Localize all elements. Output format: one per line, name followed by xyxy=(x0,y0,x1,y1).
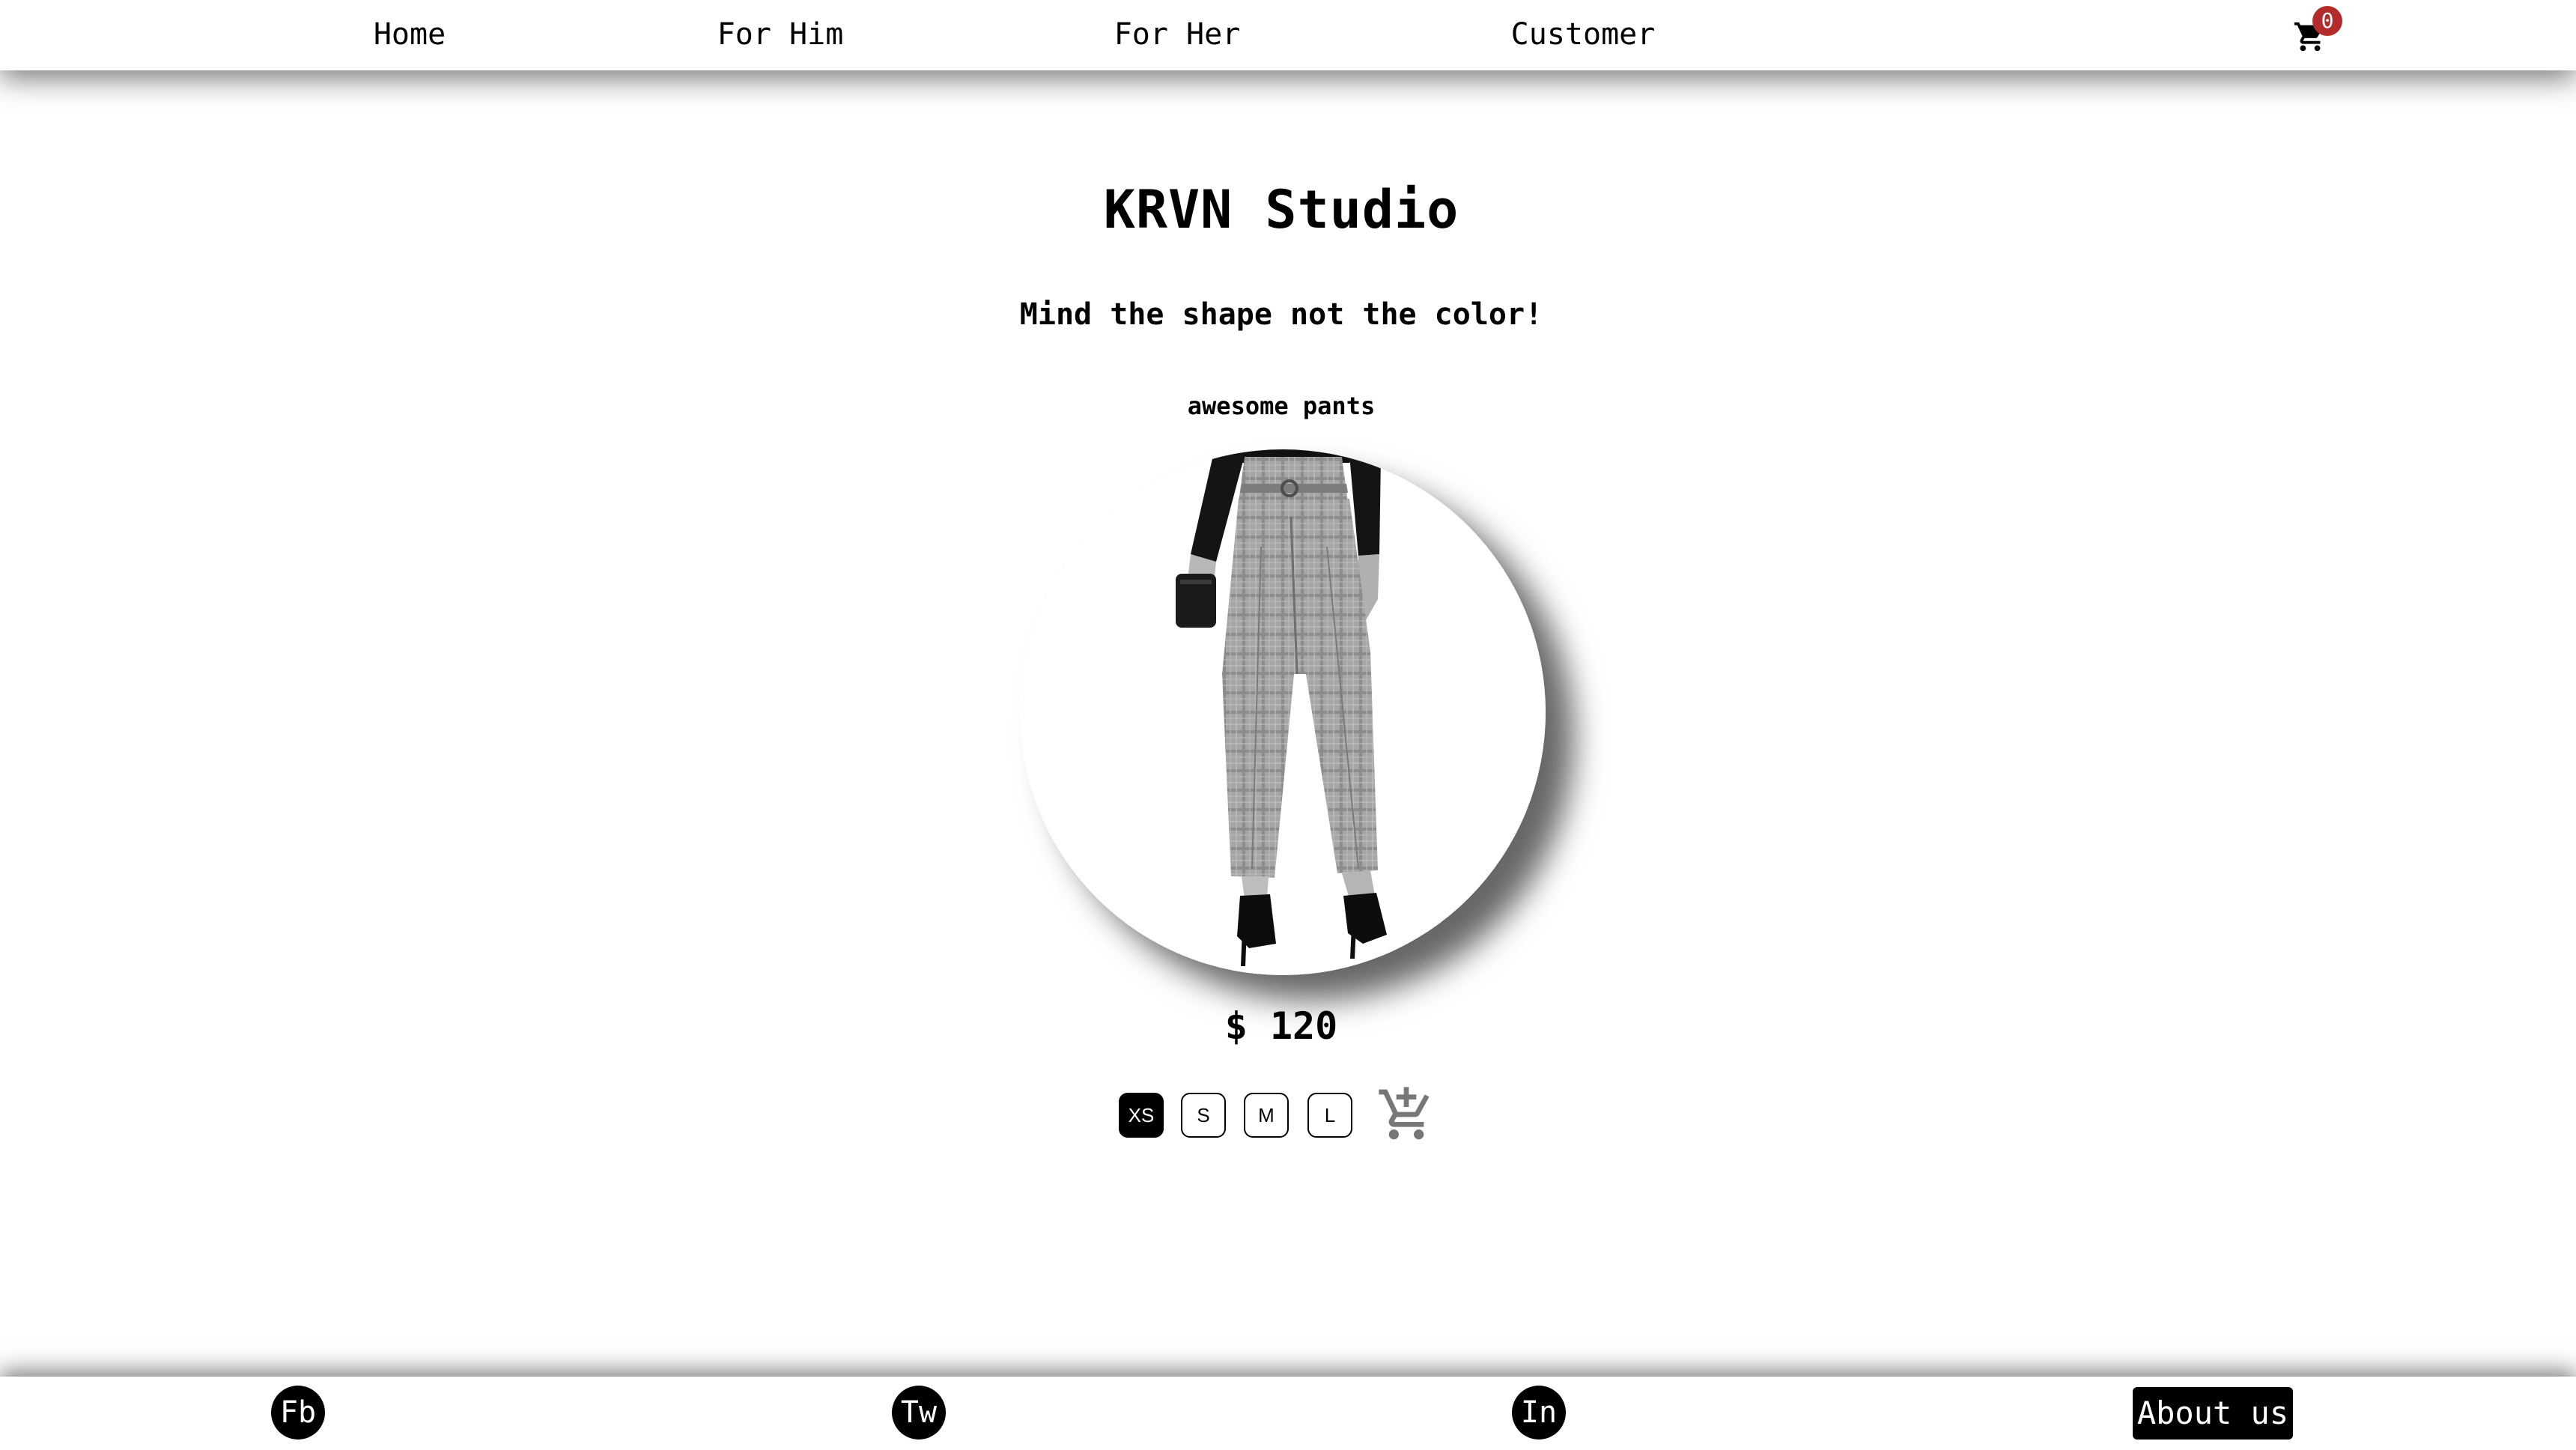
cart-add-icon xyxy=(1379,1087,1430,1140)
top-nav: Home For Him For Her Customer 0 xyxy=(0,0,2576,70)
facebook-link[interactable]: Fb xyxy=(271,1386,325,1440)
nav-customer-link[interactable]: Customer xyxy=(1511,13,1656,56)
twitter-link[interactable]: Tw xyxy=(892,1386,946,1440)
product-name: awesome pants xyxy=(1187,392,1376,420)
size-l-button[interactable]: L xyxy=(1307,1093,1352,1138)
add-to-cart-button[interactable] xyxy=(1376,1085,1436,1144)
about-us-button[interactable]: About us xyxy=(2133,1387,2293,1440)
brand-title: KRVN Studio xyxy=(1103,179,1459,240)
nav-for-him-link[interactable]: For Him xyxy=(717,13,844,56)
tagline: Mind the shape not the color! xyxy=(1019,297,1543,332)
nav-home-link[interactable]: Home xyxy=(374,13,446,56)
product-price: $ 120 xyxy=(1224,1004,1338,1048)
cart-count-badge: 0 xyxy=(2312,6,2342,36)
size-xs-button[interactable]: XS xyxy=(1119,1093,1164,1138)
size-m-button[interactable]: M xyxy=(1244,1093,1289,1138)
instagram-link[interactable]: In xyxy=(1512,1386,1566,1440)
product-image[interactable] xyxy=(1020,449,1546,975)
plaid-pants-photo xyxy=(1020,449,1546,975)
size-s-button[interactable]: S xyxy=(1181,1093,1226,1138)
nav-for-her-link[interactable]: For Her xyxy=(1114,13,1241,56)
